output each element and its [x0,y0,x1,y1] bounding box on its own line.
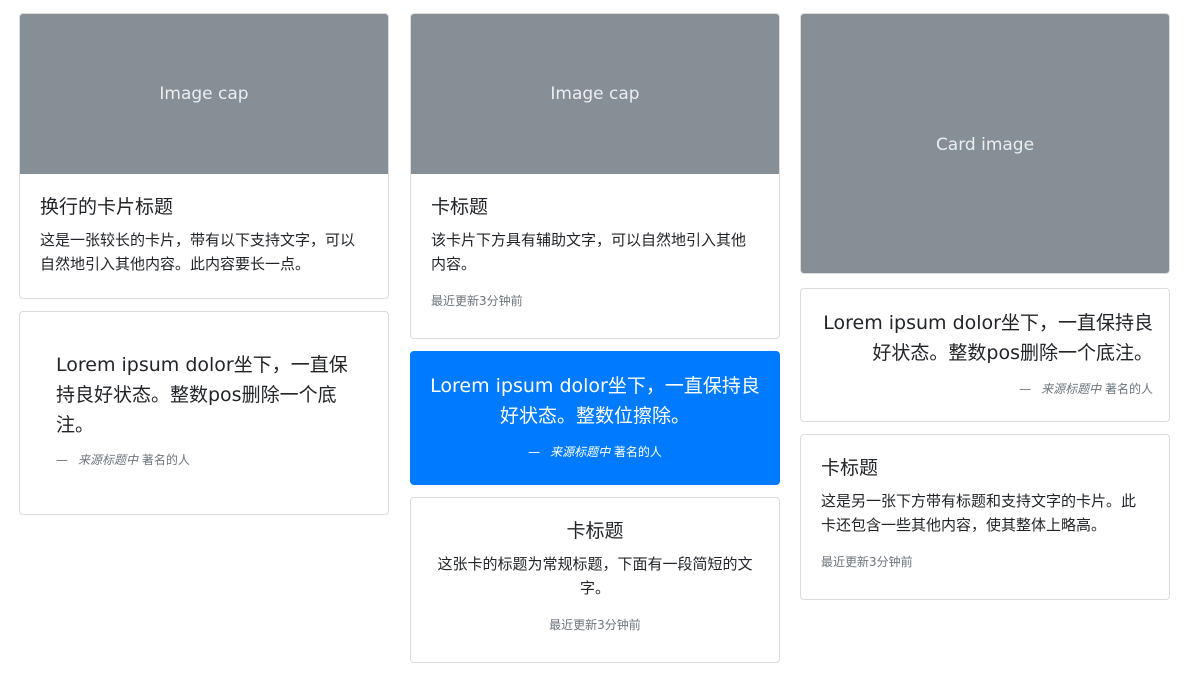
card-title: 卡标题 [566,520,624,542]
quote-card: Lorem ipsum dolor坐下，一直保持良好状态。整数pos删除一个底注… [19,311,389,515]
quote-dash: — [1019,382,1032,396]
right-aligned-quote-card: Lorem ipsum dolor坐下，一直保持良好状态。整数pos删除一个底注… [800,288,1170,422]
card-with-image-cap: Image cap 卡标题 该卡片下方具有辅助文字，可以自然地引入其他内容。 最… [410,13,780,339]
quote-footer: — 来源标题中 著名的人 [817,380,1153,397]
card-title: 换行的卡片标题 [40,196,174,218]
column-2: Image cap 卡标题 该卡片下方具有辅助文字，可以自然地引入其他内容。 最… [410,13,780,663]
quote-author: 著名的人 [1104,382,1153,396]
card-with-image-cap: Image cap 换行的卡片标题 这是一张较长的卡片，带有以下支持文字，可以自… [19,13,389,299]
text-card: 卡标题 这是另一张下方带有标题和支持文字的卡片。此卡还包含一些其他内容，使其整体… [800,434,1170,600]
card-text: 这是另一张下方带有标题和支持文字的卡片。此卡还包含一些其他内容，使其整体上略高。 [821,492,1137,534]
last-updated-text: 最近更新3分钟前 [431,294,523,308]
quote-cite: 来源标题中 [1041,382,1102,396]
image-cap-placeholder: Image cap [20,14,388,174]
card-title: 卡标题 [821,457,879,479]
quote-footer: — 来源标题中 著名的人 [429,443,761,460]
card-text: 这是一张较长的卡片，带有以下支持文字，可以自然地引入其他内容。此内容要长一点。 [40,231,356,273]
last-updated-text: 最近更新3分钟前 [549,618,641,632]
card-body: 换行的卡片标题 这是一张较长的卡片，带有以下支持文字，可以自然地引入其他内容。此… [20,174,388,276]
image-cap-placeholder: Image cap [411,14,779,174]
quote-text: Lorem ipsum dolor坐下，一直保持良好状态。整数位擦除。 [430,375,760,427]
quote-text: Lorem ipsum dolor坐下，一直保持良好状态。整数pos删除一个底注… [823,312,1153,364]
card-body: 卡标题 该卡片下方具有辅助文字，可以自然地引入其他内容。 最近更新3分钟前 [411,174,779,309]
column-1: Image cap 换行的卡片标题 这是一张较长的卡片，带有以下支持文字，可以自… [19,13,389,515]
image-card: Card image [800,13,1170,274]
card-text: 该卡片下方具有辅助文字，可以自然地引入其他内容。 [431,231,747,273]
quote-text: Lorem ipsum dolor坐下，一直保持良好状态。整数pos删除一个底注… [56,354,348,436]
quote-footer: — 来源标题中 著名的人 [56,451,352,468]
card-title: 卡标题 [431,196,489,218]
last-updated-text: 最近更新3分钟前 [821,555,913,569]
quote-author: 著名的人 [141,453,190,467]
quote-author: 著名的人 [613,445,662,459]
column-3: Card image Lorem ipsum dolor坐下，一直保持良好状态。… [800,13,1170,600]
quote-cite: 来源标题中 [550,445,611,459]
centered-card: 卡标题 这张卡的标题为常规标题，下面有一段简短的文字。 最近更新3分钟前 [410,497,780,663]
quote-cite: 来源标题中 [78,453,139,467]
card-image-placeholder: Card image [801,14,1169,273]
primary-quote-card: Lorem ipsum dolor坐下，一直保持良好状态。整数位擦除。 — 来源标… [410,351,780,485]
image-cap-label: Image cap [550,84,640,104]
quote-dash: — [56,453,68,467]
image-cap-label: Image cap [159,84,249,104]
card-text: 这张卡的标题为常规标题，下面有一段简短的文字。 [437,555,753,597]
quote-dash: — [528,445,541,459]
card-image-label: Card image [935,134,1035,155]
